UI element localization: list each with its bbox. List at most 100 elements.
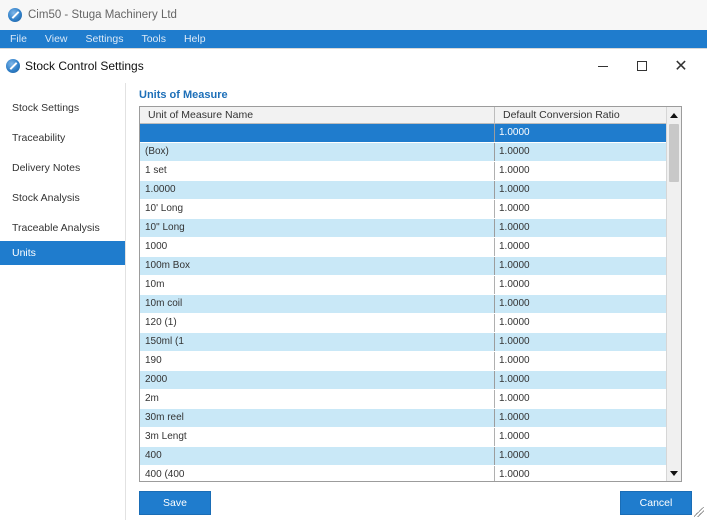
- minimize-button[interactable]: [588, 55, 618, 77]
- cell-conversion-ratio[interactable]: 1.0000: [495, 428, 667, 446]
- cell-unit-name[interactable]: 1.0000: [140, 181, 495, 199]
- menu-view[interactable]: View: [45, 33, 68, 45]
- menu-file[interactable]: File: [10, 33, 27, 45]
- table-row[interactable]: 100m Box 1.0000: [140, 257, 667, 276]
- grid-rows: 1.0000 (Box) 1.0000 1 set 1.0000 1.0000 1.0000…: [140, 124, 667, 481]
- cell-unit-name[interactable]: [140, 124, 495, 142]
- table-row[interactable]: 120 (1) 1.0000: [140, 314, 667, 333]
- section-title: Units of Measure: [139, 89, 228, 101]
- cell-conversion-ratio[interactable]: 1.0000: [495, 314, 667, 332]
- cell-conversion-ratio[interactable]: 1.0000: [495, 257, 667, 275]
- table-row[interactable]: 10m 1.0000: [140, 276, 667, 295]
- app-title: Cim50 - Stuga Machinery Ltd: [28, 9, 177, 21]
- maximize-icon: [637, 61, 647, 71]
- maximize-button[interactable]: [627, 55, 657, 77]
- cell-conversion-ratio[interactable]: 1.0000: [495, 466, 667, 481]
- cell-unit-name[interactable]: 120 (1): [140, 314, 495, 332]
- cell-unit-name[interactable]: (Box): [140, 143, 495, 161]
- units-grid[interactable]: Unit of Measure Name Default Conversion …: [139, 106, 682, 482]
- arrow-down-icon: [670, 470, 678, 476]
- column-header-unit-name[interactable]: Unit of Measure Name: [140, 107, 495, 124]
- close-icon: ✕: [674, 58, 688, 75]
- menu-settings[interactable]: Settings: [86, 33, 124, 45]
- cell-unit-name[interactable]: 400: [140, 447, 495, 465]
- table-row[interactable]: 30m reel 1.0000: [140, 409, 667, 428]
- column-header-conversion-ratio[interactable]: Default Conversion Ratio: [495, 107, 667, 124]
- cim50-logo-icon: [8, 8, 22, 22]
- save-button[interactable]: Save: [139, 491, 211, 515]
- menubar: File View Settings Tools Help: [0, 30, 707, 48]
- table-row[interactable]: 1.0000: [140, 124, 667, 143]
- resize-grip-icon[interactable]: [694, 507, 704, 517]
- sidebar-item-label: Units: [12, 247, 36, 259]
- cell-unit-name[interactable]: 10m: [140, 276, 495, 294]
- cell-conversion-ratio[interactable]: 1.0000: [495, 200, 667, 218]
- sidebar-item-traceable-analysis[interactable]: Traceable Analysis: [0, 216, 125, 240]
- sidebar-item-delivery-notes[interactable]: Delivery Notes: [0, 156, 125, 180]
- cell-conversion-ratio[interactable]: 1.0000: [495, 143, 667, 161]
- dialog-title: Stock Control Settings: [25, 59, 144, 73]
- table-row[interactable]: 400 1.0000: [140, 447, 667, 466]
- sidebar-item-stock-settings[interactable]: Stock Settings: [0, 96, 125, 120]
- cell-unit-name[interactable]: 150ml (1: [140, 333, 495, 351]
- stock-control-settings-dialog: Stock Control Settings ✕ Stock Settings …: [0, 48, 707, 520]
- sidebar-item-stock-analysis[interactable]: Stock Analysis: [0, 186, 125, 210]
- sidebar-item-label: Stock Settings: [12, 102, 80, 114]
- minimize-icon: [598, 65, 608, 67]
- sidebar-item-traceability[interactable]: Traceability: [0, 126, 125, 150]
- table-row[interactable]: 10" Long 1.0000: [140, 219, 667, 238]
- table-row[interactable]: 400 (400 1.0000: [140, 466, 667, 481]
- cell-unit-name[interactable]: 100m Box: [140, 257, 495, 275]
- sidebar-item-label: Delivery Notes: [12, 162, 81, 174]
- cell-conversion-ratio[interactable]: 1.0000: [495, 390, 667, 408]
- sidebar-item-units[interactable]: Units: [0, 241, 125, 265]
- cell-unit-name[interactable]: 10m coil: [140, 295, 495, 313]
- sidebar-item-label: Traceability: [12, 132, 66, 144]
- table-row[interactable]: (Box) 1.0000: [140, 143, 667, 162]
- cell-conversion-ratio[interactable]: 1.0000: [495, 409, 667, 427]
- table-row[interactable]: 1.0000 1.0000: [140, 181, 667, 200]
- menu-help[interactable]: Help: [184, 33, 206, 45]
- table-row[interactable]: 10' Long 1.0000: [140, 200, 667, 219]
- cell-conversion-ratio[interactable]: 1.0000: [495, 447, 667, 465]
- scroll-down-button[interactable]: [667, 466, 681, 480]
- cell-unit-name[interactable]: 1 set: [140, 162, 495, 180]
- grid-header: Unit of Measure Name Default Conversion …: [140, 107, 667, 124]
- close-button[interactable]: ✕: [666, 55, 696, 77]
- table-row[interactable]: 10m coil 1.0000: [140, 295, 667, 314]
- cell-unit-name[interactable]: 400 (400: [140, 466, 495, 481]
- settings-sidebar: Stock Settings Traceability Delivery Not…: [0, 83, 126, 520]
- cell-conversion-ratio[interactable]: 1.0000: [495, 371, 667, 389]
- cell-conversion-ratio[interactable]: 1.0000: [495, 162, 667, 180]
- cancel-button[interactable]: Cancel: [620, 491, 692, 515]
- table-row[interactable]: 190 1.0000: [140, 352, 667, 371]
- cell-unit-name[interactable]: 30m reel: [140, 409, 495, 427]
- scroll-up-button[interactable]: [667, 108, 681, 122]
- table-row[interactable]: 2000 1.0000: [140, 371, 667, 390]
- table-row[interactable]: 150ml (1 1.0000: [140, 333, 667, 352]
- sidebar-item-label: Traceable Analysis: [12, 222, 100, 234]
- cell-unit-name[interactable]: 2m: [140, 390, 495, 408]
- cell-conversion-ratio[interactable]: 1.0000: [495, 219, 667, 237]
- table-row[interactable]: 2m 1.0000: [140, 390, 667, 409]
- cell-conversion-ratio[interactable]: 1.0000: [495, 181, 667, 199]
- cell-unit-name[interactable]: 3m Lengt: [140, 428, 495, 446]
- cell-unit-name[interactable]: 10" Long: [140, 219, 495, 237]
- cell-conversion-ratio[interactable]: 1.0000: [495, 333, 667, 351]
- table-row[interactable]: 1 set 1.0000: [140, 162, 667, 181]
- cell-conversion-ratio[interactable]: 1.0000: [495, 295, 667, 313]
- cell-conversion-ratio[interactable]: 1.0000: [495, 276, 667, 294]
- vertical-scrollbar[interactable]: [666, 107, 681, 481]
- cell-unit-name[interactable]: 2000: [140, 371, 495, 389]
- cell-conversion-ratio[interactable]: 1.0000: [495, 124, 667, 142]
- cell-unit-name[interactable]: 190: [140, 352, 495, 370]
- menu-tools[interactable]: Tools: [141, 33, 166, 45]
- table-row[interactable]: 3m Lengt 1.0000: [140, 428, 667, 447]
- scrollbar-thumb[interactable]: [669, 124, 679, 182]
- cell-unit-name[interactable]: 1000: [140, 238, 495, 256]
- dialog-logo-icon: [6, 59, 20, 73]
- cell-conversion-ratio[interactable]: 1.0000: [495, 238, 667, 256]
- cell-unit-name[interactable]: 10' Long: [140, 200, 495, 218]
- cell-conversion-ratio[interactable]: 1.0000: [495, 352, 667, 370]
- table-row[interactable]: 1000 1.0000: [140, 238, 667, 257]
